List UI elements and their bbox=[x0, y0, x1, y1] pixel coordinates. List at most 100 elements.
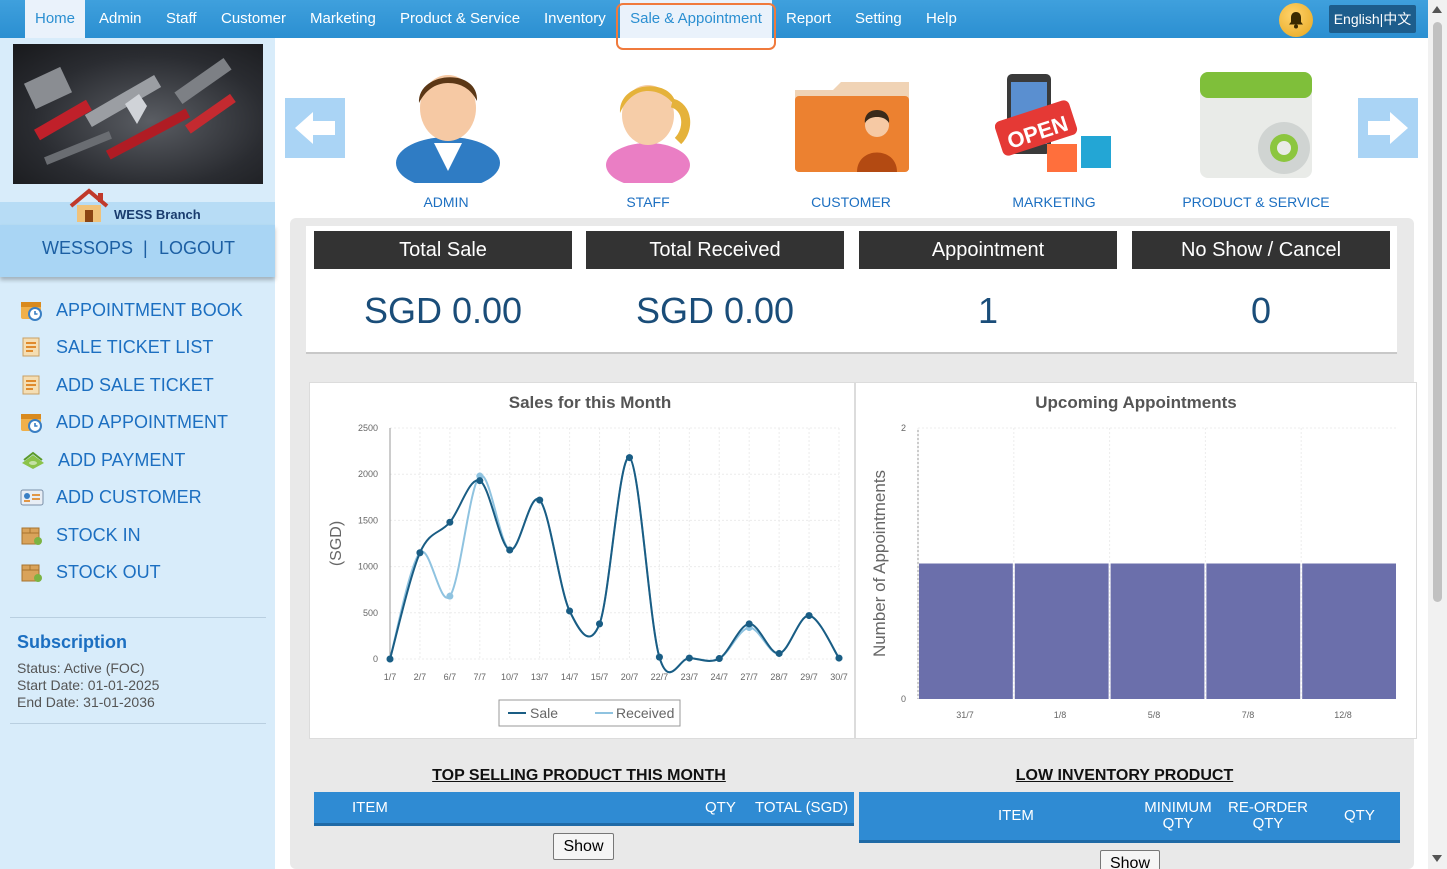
appointment-bar bbox=[1206, 563, 1301, 699]
branch-banner-image bbox=[13, 44, 263, 184]
module-label-marketing[interactable]: MARKETING bbox=[994, 194, 1114, 210]
sidebar-item-add-sale-ticket[interactable]: ADD SALE TICKET bbox=[20, 372, 214, 398]
carousel-prev-button[interactable] bbox=[285, 98, 345, 158]
sidebar-item-label: ADD APPOINTMENT bbox=[56, 411, 229, 432]
y-tick-label: 0 bbox=[901, 694, 906, 704]
data-point-sale bbox=[506, 546, 514, 554]
column-header-qty: QTY bbox=[1344, 807, 1375, 824]
x-tick-label: 20/7 bbox=[621, 672, 639, 682]
account-separator: | bbox=[143, 238, 148, 258]
data-point-received bbox=[446, 592, 454, 600]
customer-folder-icon[interactable] bbox=[793, 80, 913, 181]
subscription-start-date: Start Date: 01-01-2025 bbox=[17, 677, 160, 693]
y-tick-label: 0 bbox=[373, 654, 378, 664]
nav-sale-appointment[interactable]: Sale & Appointment bbox=[620, 0, 772, 38]
arrow-right-icon bbox=[1368, 112, 1408, 144]
nav-setting[interactable]: Setting bbox=[855, 0, 902, 38]
scroll-up-icon[interactable] bbox=[1432, 6, 1442, 13]
sidebar-item-add-payment[interactable]: ADD PAYMENT bbox=[20, 447, 185, 473]
appointment-bar bbox=[1014, 563, 1109, 699]
x-tick-label: 13/7 bbox=[531, 672, 549, 682]
house-icon bbox=[68, 188, 110, 229]
x-tick-label: 6/7 bbox=[444, 672, 457, 682]
logout-link[interactable]: LOGOUT bbox=[159, 238, 235, 259]
sidebar-item-label: ADD PAYMENT bbox=[58, 449, 186, 470]
top-selling-title: TOP SELLING PRODUCT THIS MONTH bbox=[432, 767, 726, 784]
payment-money-icon bbox=[22, 451, 44, 469]
subscription-end-date: End Date: 31-01-2036 bbox=[17, 694, 155, 710]
appointment-bar bbox=[1302, 563, 1396, 699]
data-point-sale bbox=[476, 477, 484, 485]
column-header-qty: QTY bbox=[705, 799, 736, 816]
language-toggle[interactable]: English|中文 bbox=[1329, 5, 1416, 33]
marketing-open-sign-icon[interactable]: OPEN bbox=[994, 70, 1115, 180]
x-tick-label: 30/7 bbox=[830, 672, 848, 682]
page-scrollbar[interactable] bbox=[1428, 0, 1447, 869]
y-tick-label: 500 bbox=[363, 608, 378, 618]
x-tick-label: 5/8 bbox=[1148, 710, 1161, 720]
top-selling-show-button[interactable]: Show bbox=[553, 833, 614, 860]
nav-help[interactable]: Help bbox=[926, 0, 957, 38]
notification-bell-icon[interactable] bbox=[1279, 3, 1313, 37]
arrow-left-icon bbox=[295, 112, 335, 144]
sidebar-item-stock-in[interactable]: STOCK IN bbox=[20, 522, 141, 548]
legend-label-sale: Sale bbox=[530, 705, 558, 721]
sidebar-item-label: SALE TICKET LIST bbox=[56, 336, 214, 357]
sidebar-item-stock-out[interactable]: STOCK OUT bbox=[20, 559, 161, 585]
nav-admin[interactable]: Admin bbox=[99, 0, 142, 38]
scroll-down-icon[interactable] bbox=[1432, 855, 1442, 862]
subscription-status: Status: Active (FOC) bbox=[17, 660, 145, 676]
sidebar-item-add-appointment[interactable]: ADD APPOINTMENT bbox=[20, 409, 228, 435]
module-label-admin[interactable]: ADMIN bbox=[386, 194, 506, 210]
x-tick-label: 1/7 bbox=[384, 672, 397, 682]
x-tick-label: 15/7 bbox=[591, 672, 609, 682]
scroll-thumb[interactable] bbox=[1433, 22, 1442, 602]
sidebar-item-label: ADD SALE TICKET bbox=[56, 374, 214, 395]
column-header-total: TOTAL (SGD) bbox=[755, 799, 849, 816]
sidebar-item-label: ADD CUSTOMER bbox=[56, 486, 202, 507]
data-point-sale bbox=[715, 655, 723, 663]
data-point-sale bbox=[596, 620, 604, 628]
nav-marketing[interactable]: Marketing bbox=[310, 0, 376, 38]
stock-in-box-icon bbox=[21, 527, 42, 545]
nav-customer[interactable]: Customer bbox=[221, 0, 286, 38]
nav-home[interactable]: Home bbox=[25, 0, 85, 38]
series-line-received bbox=[389, 456, 840, 674]
staff-avatar-icon[interactable] bbox=[598, 63, 703, 188]
username-link[interactable]: WESSOPS bbox=[42, 238, 133, 259]
x-tick-label: 28/7 bbox=[770, 672, 788, 682]
nav-staff[interactable]: Staff bbox=[166, 0, 197, 38]
data-point-sale bbox=[805, 612, 813, 620]
stat-header-no-show-cancel: No Show / Cancel bbox=[1132, 231, 1390, 269]
sidebar-item-label: APPOINTMENT BOOK bbox=[56, 299, 243, 320]
low-inventory-title: LOW INVENTORY PRODUCT bbox=[1015, 767, 1234, 784]
data-point-sale bbox=[386, 655, 394, 663]
sidebar-item-add-customer[interactable]: ADD CUSTOMER bbox=[20, 484, 202, 510]
nav-report[interactable]: Report bbox=[786, 0, 831, 38]
product-service-gear-icon[interactable] bbox=[1198, 66, 1316, 191]
module-label-customer[interactable]: CUSTOMER bbox=[791, 194, 911, 210]
admin-avatar-icon[interactable] bbox=[391, 53, 506, 189]
nav-product-service[interactable]: Product & Service bbox=[400, 0, 520, 38]
top-selling-table-header: ITEM QTY TOTAL (SGD) bbox=[314, 792, 854, 826]
y-tick-label: 1000 bbox=[358, 562, 378, 572]
data-point-sale bbox=[745, 620, 753, 628]
sidebar-divider bbox=[10, 723, 266, 724]
sidebar-item-sale-ticket-list[interactable]: SALE TICKET LIST bbox=[20, 334, 213, 360]
module-label-product-service[interactable]: PRODUCT & SERVICE bbox=[1176, 194, 1336, 210]
module-label-staff[interactable]: STAFF bbox=[588, 194, 708, 210]
y-axis-label: Number of Appointments bbox=[870, 470, 889, 657]
data-point-sale bbox=[416, 549, 424, 557]
column-header-item: ITEM bbox=[998, 807, 1034, 824]
sidebar-divider bbox=[10, 617, 266, 618]
x-tick-label: 24/7 bbox=[711, 672, 729, 682]
top-navigation-bar: Home Admin Staff Customer Marketing Prod… bbox=[0, 0, 1428, 38]
low-inventory-show-button[interactable]: Show bbox=[1100, 850, 1160, 869]
appointment-bar bbox=[919, 563, 1013, 699]
low-inventory-table-header: ITEM MINIMUM QTY RE-ORDER QTY QTY bbox=[859, 792, 1400, 843]
data-point-sale bbox=[685, 654, 693, 662]
nav-inventory[interactable]: Inventory bbox=[544, 0, 606, 38]
sidebar-item-appointment-book[interactable]: APPOINTMENT BOOK bbox=[20, 297, 243, 323]
appointment-book-icon bbox=[21, 302, 42, 321]
carousel-next-button[interactable] bbox=[1358, 98, 1418, 158]
